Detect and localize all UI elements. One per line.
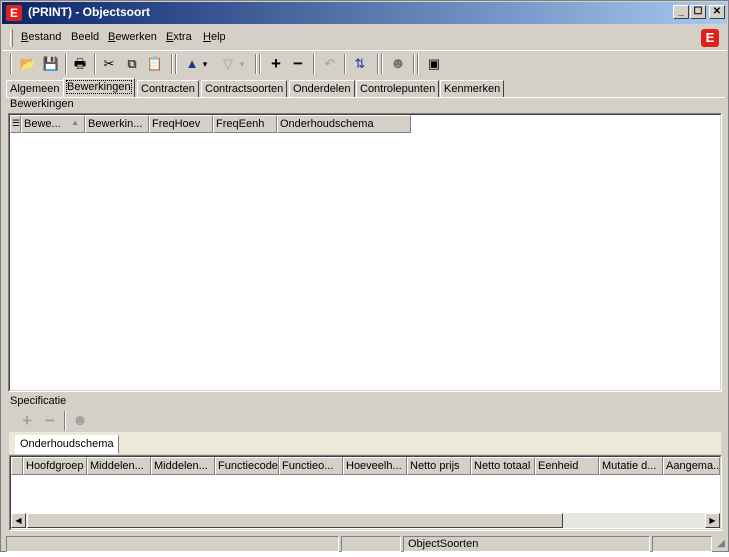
column-header-hoofdgroep[interactable]: Hoofdgroep: [23, 457, 87, 475]
toolbar-separator: [94, 54, 96, 74]
tab-kenmerken[interactable]: Kenmerken: [440, 80, 505, 98]
column-header-bewe[interactable]: Bewe... ▲: [21, 115, 85, 133]
tab-controlepunten[interactable]: Controlepunten: [356, 80, 440, 98]
column-header-bewerkingen[interactable]: Bewerkin...: [85, 115, 149, 133]
toolbar-separator: [413, 54, 415, 74]
tab-contracten[interactable]: Contracten: [137, 80, 199, 98]
copy-icon[interactable]: ⧉: [122, 54, 142, 74]
toolbar-separator: [65, 54, 67, 74]
print-icon[interactable]: 🖶: [70, 54, 90, 74]
toolbar-grip[interactable]: [10, 54, 12, 74]
menu-help[interactable]: Help: [203, 31, 226, 43]
user-icon[interactable]: ☻: [388, 54, 408, 74]
move-down-dropdown-icon: ▾: [239, 59, 245, 69]
application-window: E (PRINT) - Objectsoort _ ☐ ✕ Bestand Be…: [0, 0, 729, 552]
column-header-aangemaakt[interactable]: Aangema...: [663, 457, 720, 475]
save-icon[interactable]: 💾: [41, 54, 61, 74]
window-title: (PRINT) - Objectsoort: [28, 5, 150, 19]
minimize-button[interactable]: _: [673, 5, 689, 19]
status-panel-object: ObjectSoorten: [403, 536, 650, 552]
resize-grip-icon[interactable]: ◢: [717, 538, 725, 549]
menu-bewerken[interactable]: Bewerken: [108, 31, 157, 43]
toolbar-grip[interactable]: [175, 54, 177, 74]
scroll-thumb[interactable]: [27, 513, 563, 528]
menu-bar: Bestand Beeld Bewerken Extra Help E: [2, 27, 727, 49]
add-icon[interactable]: +: [266, 54, 286, 74]
specificatie-tabs: Onderhoudschema: [9, 432, 721, 454]
open-icon[interactable]: 📂: [18, 54, 38, 74]
column-header-functieomschrijving[interactable]: Functieo...: [279, 457, 343, 475]
column-header-netto-prijs[interactable]: Netto prijs: [407, 457, 471, 475]
column-header-middelen-1[interactable]: Middelen...: [87, 457, 151, 475]
tab-onderhoudschema[interactable]: Onderhoudschema: [15, 435, 119, 454]
column-header-freqeenh[interactable]: FreqEenh: [213, 115, 277, 133]
column-header-eenheid[interactable]: Eenheid: [535, 457, 599, 475]
title-bar[interactable]: E (PRINT) - Objectsoort _ ☐ ✕: [2, 2, 727, 24]
tab-bewerkingen[interactable]: Bewerkingen: [63, 78, 135, 98]
refresh-icon[interactable]: ⇅: [350, 54, 370, 74]
grid-row-selector-icon[interactable]: ☰: [10, 115, 21, 133]
scroll-left-icon[interactable]: ◀: [11, 513, 26, 528]
column-header-hoeveelheid[interactable]: Hoeveelh...: [343, 457, 407, 475]
toolbar-separator: [255, 54, 257, 74]
paste-icon[interactable]: 📋: [145, 54, 165, 74]
menu-beeld[interactable]: Beeld: [71, 31, 99, 43]
status-bar: ObjectSoorten ◢: [2, 535, 727, 553]
column-header-freqhoev[interactable]: FreqHoev: [149, 115, 213, 133]
column-header-netto-totaal[interactable]: Netto totaal: [471, 457, 535, 475]
toolbar-separator: [171, 54, 173, 74]
toolbar-separator: [313, 54, 315, 74]
undo-icon: ↶: [324, 56, 336, 71]
column-header-mutatie-datum[interactable]: Mutatie d...: [599, 457, 663, 475]
cut-icon[interactable]: ✂: [99, 54, 119, 74]
bewerkingen-grid[interactable]: ☰ Bewe... ▲ Bewerkin... FreqHoev FreqEenh…: [8, 113, 722, 392]
toolbar-separator: [344, 54, 346, 74]
column-header-middelen-2[interactable]: Middelen...: [151, 457, 215, 475]
status-panel-1: [6, 536, 339, 552]
tab-panel-border: [6, 97, 725, 99]
toolbar-separator: [64, 411, 66, 431]
maximize-button[interactable]: ☐: [690, 5, 706, 19]
status-panel-2: [341, 536, 401, 552]
spec-add-icon: +: [22, 411, 32, 430]
column-header-functiecode[interactable]: Functiecode: [215, 457, 279, 475]
column-header-onderhoudschema[interactable]: Onderhoudschema: [277, 115, 411, 133]
toolbar-grip[interactable]: [259, 54, 261, 74]
spec-remove-icon: −: [45, 411, 55, 430]
toolbar: 📂 💾 🖶 ✂ ⧉ 📋 ▲ ▾ ▽ ▾ + − ↶ ⇅ ☻ ▣: [2, 50, 727, 76]
toolbar-grip[interactable]: [417, 54, 419, 74]
move-down-icon: ▽: [223, 56, 233, 71]
close-button[interactable]: ✕: [709, 5, 725, 19]
tab-algemeen[interactable]: Algemeen: [6, 80, 64, 98]
bewerkingen-label: Bewerkingen: [10, 98, 74, 110]
scroll-right-icon[interactable]: ▶: [705, 513, 720, 528]
specificatie-label: Specificatie: [10, 395, 67, 407]
toolbar-grip[interactable]: [381, 54, 383, 74]
sort-ascending-icon: ▲: [71, 118, 79, 127]
brand-logo-icon: E: [701, 29, 719, 47]
tab-onderdelen[interactable]: Onderdelen: [289, 80, 355, 98]
menu-bestand[interactable]: Bestand: [21, 31, 61, 43]
menu-extra[interactable]: Extra: [166, 31, 192, 43]
status-panel-4: [652, 536, 712, 552]
window-layout-icon[interactable]: ▣: [424, 54, 444, 74]
menu-grip[interactable]: [10, 29, 13, 47]
toolbar-separator: [377, 54, 379, 74]
remove-icon[interactable]: −: [288, 54, 308, 74]
horizontal-scrollbar[interactable]: ◀ ▶: [11, 513, 720, 528]
app-logo-icon: E: [6, 5, 22, 21]
move-up-dropdown-icon[interactable]: ▾: [199, 54, 211, 74]
tab-contractsoorten[interactable]: Contractsoorten: [201, 80, 288, 98]
grid-row-selector[interactable]: [11, 457, 23, 475]
spec-user-icon: ☻: [72, 412, 88, 429]
